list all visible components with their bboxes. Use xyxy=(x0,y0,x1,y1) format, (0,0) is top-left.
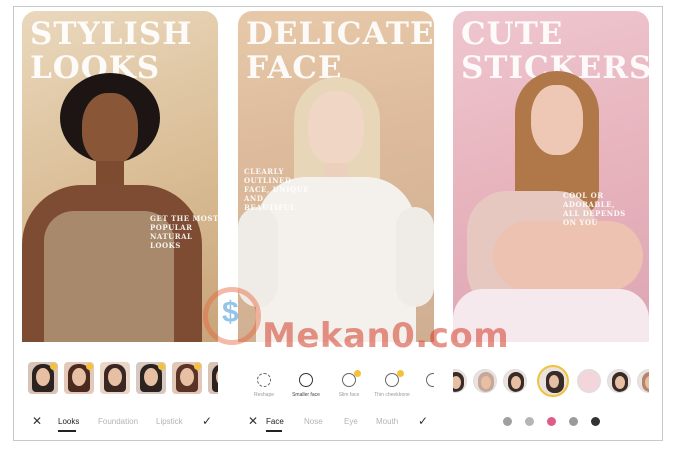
gray-dot-icon[interactable] xyxy=(569,417,578,426)
check-icon[interactable]: ✓ xyxy=(418,414,428,428)
crown-icon xyxy=(50,363,57,370)
watermark-text: Mekan0.com xyxy=(262,316,510,356)
hero-image: STYLISH LOOKS GET THE MOST POPULAR NATUR… xyxy=(22,11,218,355)
active-tab-underline xyxy=(58,430,76,432)
reshape-icon[interactable] xyxy=(257,373,271,387)
gray-dot-icon[interactable] xyxy=(503,417,512,426)
tab-looks[interactable]: Looks xyxy=(58,417,79,426)
tab-mouth[interactable]: Mouth xyxy=(376,417,398,426)
look-thumb[interactable] xyxy=(28,362,58,394)
sticker-item-selected[interactable] xyxy=(537,365,569,397)
gray-dot-icon[interactable] xyxy=(525,417,534,426)
model-figure xyxy=(22,73,218,355)
phone-face: DELICATE FACE CLEARLY OUTLINED FACE, UNI… xyxy=(238,11,434,433)
look-thumb[interactable] xyxy=(136,362,166,394)
tab-face[interactable]: Face xyxy=(266,417,284,426)
sticker-item[interactable] xyxy=(637,369,649,393)
hero-image: CUTE STICKERS COOL OR ADORABLE, ALL DEPE… xyxy=(453,11,649,349)
pink-dot-icon[interactable] xyxy=(547,417,556,426)
active-tab-underline xyxy=(266,430,282,432)
phone-stickers: CUTE STICKERS COOL OR ADORABLE, ALL DEPE… xyxy=(453,11,649,433)
tool-label: Thin cheekbone xyxy=(374,392,410,398)
check-icon[interactable]: ✓ xyxy=(202,414,212,428)
sticker-item[interactable] xyxy=(577,369,601,393)
smaller-face-icon[interactable] xyxy=(299,373,313,387)
tab-bar: ✕ Face Nose Eye Mouth ✓ xyxy=(238,413,434,433)
crown-icon xyxy=(397,370,404,377)
sticker-item[interactable] xyxy=(453,369,467,393)
tool-label: Smaller face xyxy=(292,392,320,398)
more-tool-icon[interactable] xyxy=(426,373,434,387)
crown-icon xyxy=(86,363,93,370)
hero-title: DELICATE FACE xyxy=(246,16,434,85)
crown-icon xyxy=(158,363,165,370)
close-icon[interactable]: ✕ xyxy=(248,414,258,428)
crown-icon xyxy=(194,363,201,370)
look-thumb[interactable] xyxy=(172,362,202,394)
look-thumb[interactable] xyxy=(208,362,218,394)
look-thumb[interactable] xyxy=(100,362,130,394)
tool-label: Slim face xyxy=(338,392,360,398)
hero-title-line-1: STYLISH xyxy=(30,16,193,52)
crown-icon xyxy=(354,370,361,377)
tab-eye[interactable]: Eye xyxy=(344,417,358,426)
sticker-item[interactable] xyxy=(607,369,631,393)
hero-title-line-1: DELICATE xyxy=(246,16,434,52)
hero-side-text: COOL OR ADORABLE, ALL DEPENDS ON YOU xyxy=(563,191,626,227)
dark-dot-icon[interactable] xyxy=(591,417,600,426)
tab-foundation[interactable]: Foundation xyxy=(98,417,138,426)
hero-title-line-1: CUTE xyxy=(461,16,564,52)
tab-nose[interactable]: Nose xyxy=(304,417,323,426)
sticker-item[interactable] xyxy=(473,369,497,393)
hero-side-text: GET THE MOST POPULAR NATURAL LOOKS xyxy=(150,214,218,250)
phone-looks: STYLISH LOOKS GET THE MOST POPULAR NATUR… xyxy=(22,11,218,433)
tab-lipstick[interactable]: Lipstick xyxy=(156,417,183,426)
look-thumb[interactable] xyxy=(64,362,94,394)
tool-label: Reshape xyxy=(253,392,274,398)
looks-panel: ✕ Looks Foundation Lipstick ✓ xyxy=(22,342,218,433)
sticker-item[interactable] xyxy=(503,369,527,393)
hero-side-text: CLEARLY OUTLINED FACE, UNIQUE AND BEAUTI… xyxy=(244,167,310,212)
tab-bar: ✕ Looks Foundation Lipstick ✓ xyxy=(22,413,218,433)
watermark-logo: $ xyxy=(203,287,261,345)
close-icon[interactable]: ✕ xyxy=(32,414,42,428)
hero-image: DELICATE FACE CLEARLY OUTLINED FACE, UNI… xyxy=(238,11,434,347)
